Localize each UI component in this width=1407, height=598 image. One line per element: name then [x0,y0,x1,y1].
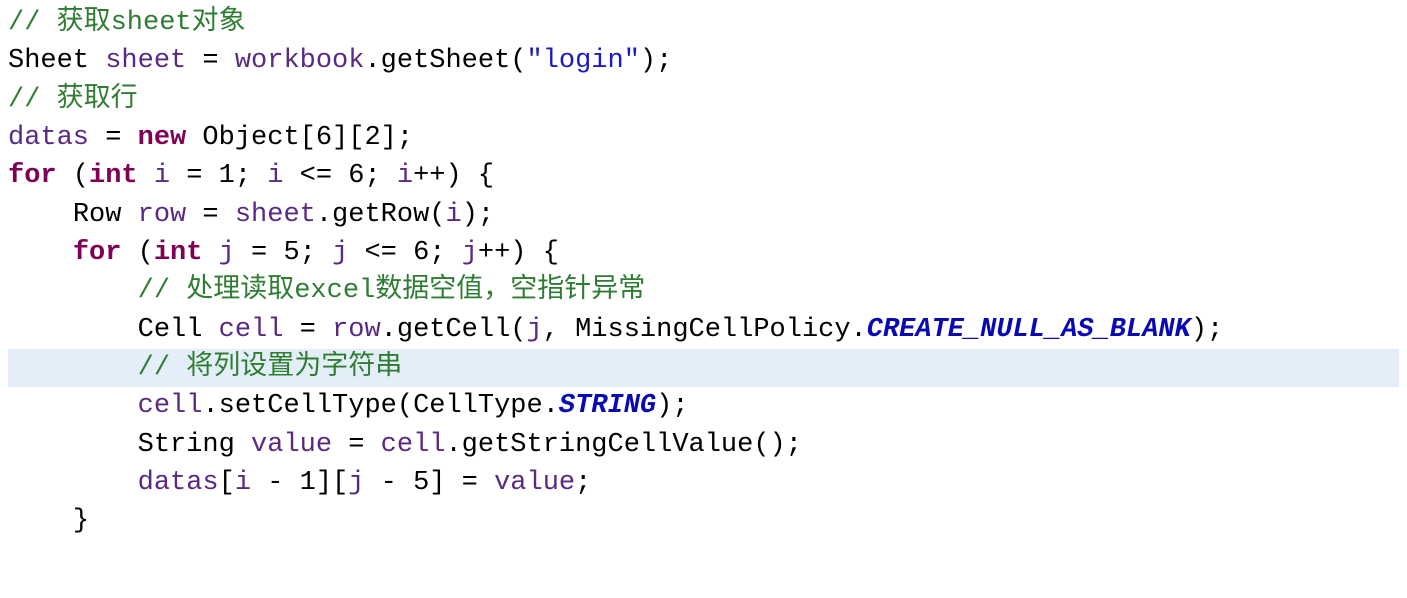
variable: i [235,468,251,498]
op: = [186,200,235,230]
string-literal: "login" [527,46,640,76]
variable: row [138,200,187,230]
call: .getStringCellValue(); [445,430,801,460]
text: <= 6; [348,238,461,268]
comment: // 处理读取excel数据空值，空指针异常 [138,276,646,306]
code-line: // 获取sheet对象 [8,4,1399,42]
variable: value [251,430,332,460]
keyword: for [8,161,57,191]
text: - 1][ [251,468,348,498]
variable: j [332,238,348,268]
call: .setCellType(CellType. [202,391,558,421]
indent [8,391,138,421]
keyword: int [89,161,138,191]
variable: j [462,238,478,268]
op: = [283,315,332,345]
space [202,238,218,268]
variable: cell [138,391,203,421]
code-line: Sheet sheet = workbook.getSheet("login")… [8,42,1399,80]
punct: ); [640,46,672,76]
code-line: datas = new Object[6][2]; [8,119,1399,157]
comment: // 获取行 [8,85,138,115]
text: ++) { [478,238,559,268]
text: ++) { [413,161,494,191]
variable: i [154,161,170,191]
variable: value [494,468,575,498]
variable: datas [8,123,89,153]
text: , MissingCellPolicy. [543,315,867,345]
punct: ); [462,200,494,230]
op: = [186,46,235,76]
comment: // 将列设置为字符串 [138,353,403,383]
indent [8,468,138,498]
indent [8,276,138,306]
constant: CREATE_NULL_AS_BLANK [867,315,1191,345]
op: = [332,430,381,460]
variable: workbook [235,46,365,76]
space [138,161,154,191]
keyword: new [138,123,187,153]
code-line: // 处理读取excel数据空值，空指针异常 [8,272,1399,310]
indent [8,430,138,460]
code-line: datas[i - 1][j - 5] = value; [8,464,1399,502]
text: <= 6; [283,161,396,191]
code-line: for (int j = 5; j <= 6; j++) { [8,234,1399,272]
keyword: for [73,238,122,268]
code-line: Row row = sheet.getRow(i); [8,196,1399,234]
indent [8,506,73,536]
code-line: String value = cell.getStringCellValue()… [8,426,1399,464]
keyword: int [154,238,203,268]
text: Object[6][2]; [186,123,413,153]
indent [8,315,138,345]
variable: j [348,468,364,498]
punct: [ [219,468,235,498]
code-line: // 获取行 [8,81,1399,119]
indent [8,353,138,383]
punct: ( [121,238,153,268]
variable: i [445,200,461,230]
call: .getCell( [381,315,527,345]
call: .getSheet( [364,46,526,76]
variable: i [267,161,283,191]
variable: cell [219,315,284,345]
type: Cell [138,315,219,345]
variable: j [527,315,543,345]
variable: j [219,238,235,268]
constant: STRING [559,391,656,421]
brace: } [73,506,89,536]
punct: ( [57,161,89,191]
punct: ); [656,391,688,421]
variable: sheet [235,200,316,230]
punct: ); [1191,315,1223,345]
code-line-highlighted: // 将列设置为字符串 [8,349,1399,387]
comment: // 获取sheet对象 [8,8,246,38]
type: String [138,430,251,460]
code-line: cell.setCellType(CellType.STRING); [8,387,1399,425]
text: - 5] = [364,468,494,498]
type: Sheet [8,46,105,76]
indent [8,200,73,230]
call: .getRow( [316,200,446,230]
variable: datas [138,468,219,498]
variable: sheet [105,46,186,76]
op: = [89,123,138,153]
type: Row [73,200,138,230]
indent [8,238,73,268]
punct: ; [575,468,591,498]
code-line: for (int i = 1; i <= 6; i++) { [8,157,1399,195]
code-line: } [8,502,1399,540]
variable: cell [381,430,446,460]
text: = 5; [235,238,332,268]
text: = 1; [170,161,267,191]
variable: row [332,315,381,345]
code-block: // 获取sheet对象 Sheet sheet = workbook.getSh… [0,0,1407,545]
variable: i [397,161,413,191]
code-line: Cell cell = row.getCell(j, MissingCellPo… [8,311,1399,349]
